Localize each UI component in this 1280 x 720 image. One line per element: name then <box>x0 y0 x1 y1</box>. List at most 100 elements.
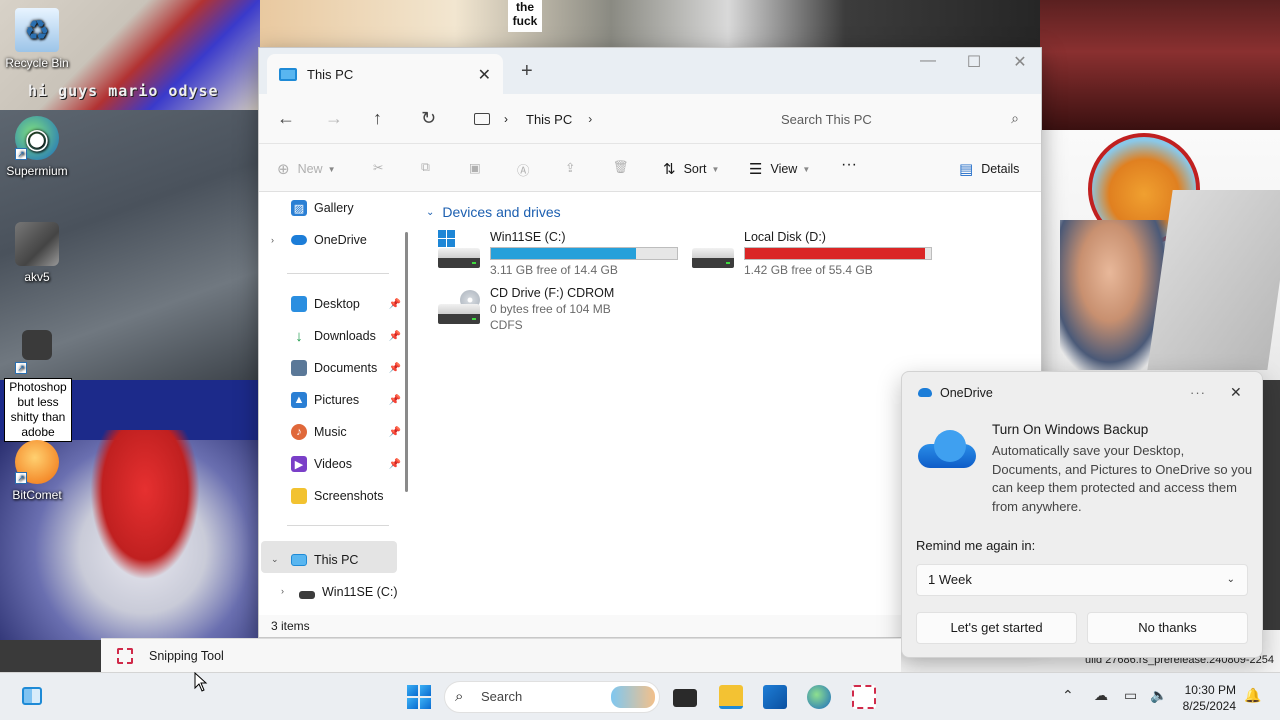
gallery-icon: ▨ <box>291 200 307 216</box>
drive-free-space: 0 bytes free of 104 MB <box>490 302 611 316</box>
title-bar: This PC ✕ + — ☐ ✕ <box>259 48 1041 94</box>
supermium-taskbar-icon[interactable] <box>807 685 831 709</box>
remind-selected-value: 1 Week <box>928 572 972 587</box>
drive-usage-fill <box>745 248 926 259</box>
show-hidden-icons-chevron-icon[interactable]: ⌃ <box>1062 687 1074 704</box>
desktop-icon-akv5[interactable]: akv5 <box>1 222 73 284</box>
drive-item-d[interactable]: Local Disk (D:) 1.42 GB free of 55.4 GB <box>692 230 932 280</box>
wallpaper-sign: the fuck <box>508 0 542 32</box>
sidebar-item-documents[interactable]: Documents 📌 <box>291 356 401 380</box>
maximize-button[interactable]: ☐ <box>951 52 997 72</box>
sidebar-item-desktop[interactable]: Desktop 📌 <box>291 292 401 316</box>
sidebar-item-label: Documents <box>314 361 378 375</box>
this-pc-icon <box>279 67 297 81</box>
desktop-icon-recycle-bin[interactable]: ♻ Recycle Bin <box>1 8 73 70</box>
no-thanks-button[interactable]: No thanks <box>1087 612 1248 644</box>
address-bar-row: ← → ↑ ↻ › This PC › Search This PC ⌕ <box>259 94 1041 144</box>
desktop-icon-bitcomet[interactable]: ↗ BitComet <box>1 440 73 502</box>
minimize-button[interactable]: — <box>905 52 951 70</box>
close-tab-icon[interactable]: ✕ <box>478 65 491 85</box>
view-button[interactable]: ☰ View ▼ <box>749 160 810 178</box>
sidebar-item-label: Videos <box>314 457 352 471</box>
group-header-devices[interactable]: ⌄ Devices and drives <box>426 204 561 220</box>
sidebar-item-label: OneDrive <box>314 233 367 247</box>
more-options-button[interactable]: ··· <box>841 156 857 174</box>
share-icon[interactable]: ⇪ <box>565 160 575 175</box>
chevron-down-icon: ▼ <box>711 164 720 174</box>
terminal-app-icon[interactable] <box>673 689 697 707</box>
tab-this-pc[interactable]: This PC ✕ <box>267 54 503 94</box>
search-box[interactable]: Search This PC ⌕ <box>771 102 1033 136</box>
get-started-button[interactable]: Let's get started <box>916 612 1077 644</box>
sidebar-divider <box>287 273 389 274</box>
desktop-icon-supermium[interactable]: ◉ ↗ Supermium <box>1 116 73 178</box>
new-tab-button[interactable]: + <box>521 60 533 83</box>
paste-icon[interactable]: ▣ <box>469 160 481 175</box>
sidebar-item-videos[interactable]: ▶ Videos 📌 <box>291 452 401 476</box>
new-button[interactable]: ⊕ New ▼ <box>277 160 336 178</box>
desktop-icon-label: akv5 <box>24 270 50 284</box>
delete-icon[interactable]: 🗑 <box>613 160 629 175</box>
sidebar-item-downloads[interactable]: ↓ Downloads 📌 <box>291 324 401 348</box>
sidebar-item-pictures[interactable]: ▲ Pictures 📌 <box>291 388 401 412</box>
wallpaper-caption: hi guys mario odyse <box>28 82 219 100</box>
copy-icon[interactable]: ⧉ <box>421 160 430 175</box>
onedrive-offline-icon[interactable]: ☁ <box>1094 687 1108 704</box>
start-button[interactable] <box>407 685 431 709</box>
cut-icon[interactable]: ✂ <box>373 160 383 175</box>
system-clock[interactable]: 10:30 PM 8/25/2024 <box>1180 682 1236 714</box>
collapse-chevron-icon[interactable]: ⌄ <box>271 554 279 565</box>
sidebar-item-music[interactable]: ♪ Music 📌 <box>291 420 401 444</box>
chevron-down-icon: ⌄ <box>426 206 435 218</box>
shortcut-arrow-icon: ↗ <box>15 362 27 374</box>
sidebar-item-screenshots[interactable]: Screenshots <box>291 484 401 508</box>
refresh-icon[interactable]: ↻ <box>421 108 436 129</box>
drive-free-space: 3.11 GB free of 14.4 GB <box>490 263 618 277</box>
navigation-pane: ▨ Gallery › OneDrive Desktop 📌 ↓ Downloa… <box>259 192 411 615</box>
expand-chevron-icon[interactable]: › <box>271 235 274 245</box>
snipping-tool-taskbar-icon[interactable] <box>852 685 876 709</box>
breadcrumb-this-pc[interactable]: This PC <box>526 112 572 127</box>
chevron-down-icon: ▼ <box>802 164 811 174</box>
file-explorer-taskbar-icon[interactable] <box>719 685 743 709</box>
taskbar-search[interactable]: ⌕ Search <box>444 681 660 713</box>
remind-select[interactable]: 1 Week ⌄ <box>916 564 1248 596</box>
group-header-label: Devices and drives <box>442 204 561 220</box>
notification-bell-icon[interactable]: 🔔 <box>1244 687 1261 704</box>
notification-more-button[interactable]: ··· <box>1190 385 1206 400</box>
drive-item-c[interactable]: Win11SE (C:) 3.11 GB free of 14.4 GB <box>438 230 678 280</box>
forward-arrow-icon[interactable]: → <box>325 108 343 129</box>
details-button[interactable]: ▤ Details <box>959 160 1019 178</box>
sort-button[interactable]: ⇅ Sort ▼ <box>663 160 719 178</box>
desktop-icon-photoshop[interactable]: ↗ <box>1 330 73 374</box>
video-file-thumbnail-icon <box>15 222 59 266</box>
address-bar[interactable]: › This PC › <box>464 102 764 136</box>
widgets-icon[interactable] <box>22 687 42 705</box>
photoshop-app-icon <box>22 330 52 360</box>
expand-chevron-icon[interactable]: › <box>281 586 284 596</box>
up-arrow-icon[interactable]: ↑ <box>373 108 382 129</box>
search-icon: ⌕ <box>455 688 464 705</box>
remind-label: Remind me again in: <box>916 538 1036 553</box>
recycle-bin-icon: ♻ <box>15 8 59 52</box>
sidebar-item-win11se[interactable]: Win11SE (C:) <box>299 580 409 604</box>
snipping-tool-preview[interactable]: Snipping Tool <box>101 638 901 672</box>
folder-icon <box>291 488 307 504</box>
volume-icon[interactable]: 🔈 <box>1150 687 1167 704</box>
drive-item-f[interactable]: CD Drive (F:) CDROM 0 bytes free of 104 … <box>438 286 678 352</box>
close-window-button[interactable]: ✕ <box>997 52 1043 72</box>
sidebar-item-onedrive[interactable]: OneDrive <box>291 228 401 252</box>
sidebar-item-this-pc[interactable]: This PC <box>291 548 401 572</box>
mouse-cursor-icon <box>194 672 208 692</box>
clock-date: 8/25/2024 <box>1182 699 1236 713</box>
close-icon[interactable]: ✕ <box>1230 384 1242 401</box>
network-icon[interactable]: ▭ <box>1124 687 1137 704</box>
back-arrow-icon[interactable]: ← <box>277 108 295 129</box>
rename-textbox[interactable]: Photoshop but less shitty than adobe <box>4 378 72 442</box>
rename-icon[interactable]: Ⓐ <box>517 160 530 179</box>
navigation-scrollbar[interactable] <box>405 232 408 492</box>
search-icon: ⌕ <box>1011 110 1019 126</box>
sidebar-item-gallery[interactable]: ▨ Gallery <box>291 196 401 220</box>
microsoft-store-icon[interactable] <box>763 685 787 709</box>
breadcrumb-chevron-icon[interactable]: › <box>588 112 592 126</box>
